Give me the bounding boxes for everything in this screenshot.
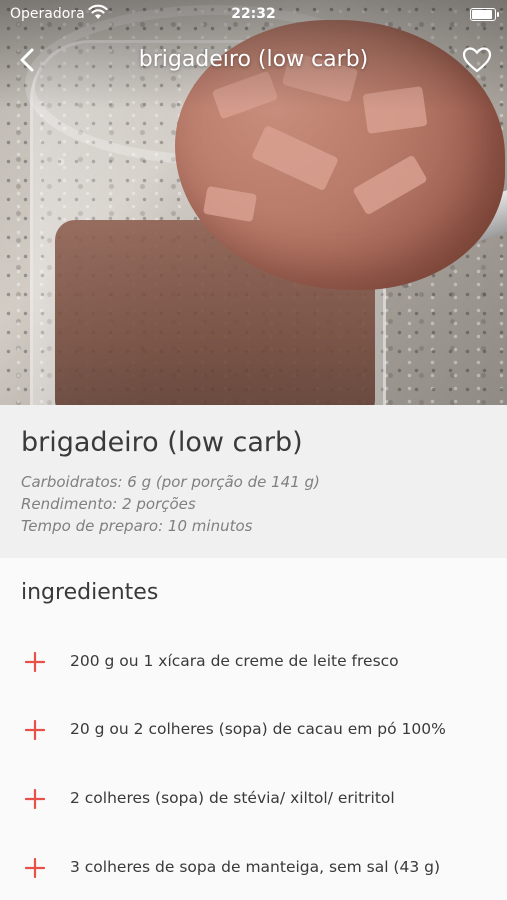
plus-icon[interactable] bbox=[25, 720, 45, 740]
recipe-info: brigadeiro (low carb) Carboidratos: 6 g … bbox=[0, 405, 507, 558]
status-bar: Operadora 22:32 bbox=[0, 0, 507, 30]
ingredient-text: 20 g ou 2 colheres (sopa) de cacau em pó… bbox=[70, 720, 446, 738]
clock: 22:32 bbox=[231, 6, 276, 22]
ingredient-row[interactable]: 3 colheres de sopa de manteiga, sem sal … bbox=[0, 837, 507, 897]
ingredients-section: ingredientes 200 g ou 1 xícara de creme … bbox=[0, 558, 507, 900]
ingredient-row[interactable]: 2 colheres (sopa) de stévia/ xiltol/ eri… bbox=[0, 768, 507, 828]
plus-icon[interactable] bbox=[25, 789, 45, 809]
favorite-button[interactable] bbox=[462, 46, 492, 74]
chocolate-flake bbox=[352, 154, 428, 216]
chocolate-flake bbox=[202, 185, 258, 223]
plus-icon[interactable] bbox=[25, 652, 45, 672]
chocolate-flake bbox=[251, 124, 339, 192]
ingredient-row[interactable]: 200 g ou 1 xícara de creme de leite fres… bbox=[0, 631, 507, 691]
ingredient-row[interactable]: 20 g ou 2 colheres (sopa) de cacau em pó… bbox=[0, 699, 507, 759]
recipe-title: brigadeiro (low carb) bbox=[21, 427, 303, 458]
yield-info: Rendimento: 2 porções bbox=[21, 495, 196, 513]
heart-outline-icon bbox=[462, 47, 492, 73]
chevron-left-icon bbox=[20, 48, 34, 72]
battery-icon bbox=[470, 8, 499, 21]
ingredient-text: 3 colheres de sopa de manteiga, sem sal … bbox=[70, 858, 441, 876]
navigation-bar: brigadeiro (low carb) bbox=[0, 38, 507, 82]
nav-title: brigadeiro (low carb) bbox=[138, 47, 369, 72]
ingredient-text: 200 g ou 1 xícara de creme de leite fres… bbox=[70, 652, 399, 670]
ingredients-heading: ingredientes bbox=[21, 580, 159, 605]
plus-icon[interactable] bbox=[25, 858, 45, 878]
back-button[interactable] bbox=[14, 46, 42, 74]
prep-time-info: Tempo de preparo: 10 minutos bbox=[21, 517, 253, 535]
ingredient-text: 2 colheres (sopa) de stévia/ xiltol/ eri… bbox=[70, 789, 395, 807]
carbs-info: Carboidratos: 6 g (por porção de 141 g) bbox=[21, 473, 320, 491]
